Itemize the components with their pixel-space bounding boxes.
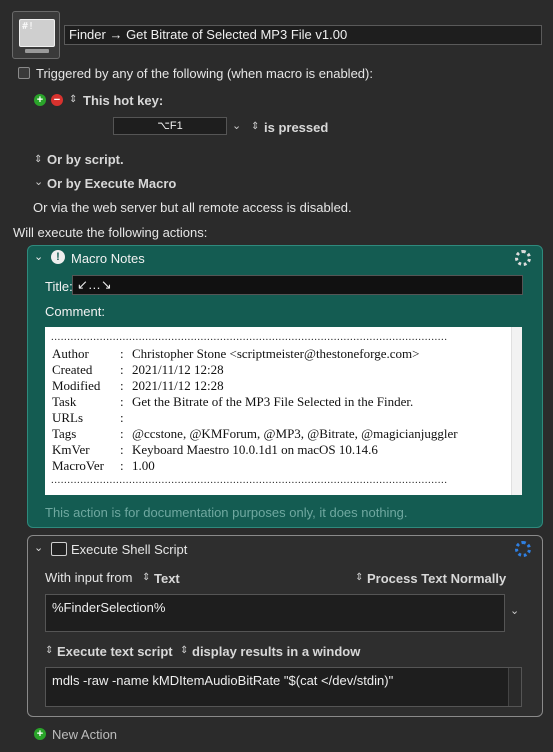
- comment-divider-top: ........................................…: [51, 331, 448, 343]
- icon-base: [25, 49, 49, 53]
- notes-title-label: Title:: [45, 279, 73, 294]
- display-mode-select[interactable]: display results in a window: [192, 644, 360, 659]
- row-key: Created: [52, 362, 93, 377]
- input-from-label: With input from: [45, 570, 133, 585]
- row-key: MacroVer: [52, 458, 104, 473]
- script-scrollbar[interactable]: [508, 668, 521, 706]
- process-updown-icon[interactable]: ⇕: [355, 572, 363, 583]
- process-select[interactable]: Process Text Normally: [367, 571, 506, 586]
- row-value: Keyboard Maestro 10.0.1d1 on macOS 10.14…: [132, 442, 378, 457]
- trigger-type-updown-icon[interactable]: ⇕: [69, 94, 77, 105]
- actions-header: Will execute the following actions:: [13, 225, 208, 240]
- exec-mode-updown-icon[interactable]: ⇕: [45, 645, 53, 656]
- display-mode-updown-icon[interactable]: ⇕: [180, 645, 188, 656]
- script-icon: #!: [19, 19, 55, 47]
- hotkey-state-updown-icon[interactable]: ⇕: [251, 121, 259, 132]
- hotkey-field[interactable]: ⌥F1: [113, 117, 227, 135]
- notes-gear-icon[interactable]: [515, 250, 531, 266]
- row-value: Christopher Stone <scriptmeister@theston…: [132, 346, 420, 361]
- new-action-button[interactable]: New Action: [52, 727, 117, 742]
- row-value: Get the Bitrate of the MP3 File Selected…: [132, 394, 414, 409]
- input-field-chevron-icon[interactable]: ⌄: [510, 604, 519, 617]
- row-value: 2021/11/12 12:28: [132, 378, 224, 393]
- notes-footer: This action is for documentation purpose…: [45, 505, 408, 520]
- row-key: KmVer: [52, 442, 90, 457]
- or-script-updown-icon[interactable]: ⇕: [34, 154, 42, 165]
- add-trigger-icon[interactable]: +: [34, 94, 46, 106]
- notes-collapse-chevron-icon[interactable]: ⌄: [34, 250, 43, 263]
- terminal-icon: [51, 542, 67, 556]
- remove-trigger-icon[interactable]: −: [51, 94, 63, 106]
- row-key: Tags: [52, 426, 77, 441]
- row-value: 1.00: [132, 458, 155, 473]
- trigger-header: Triggered by any of the following (when …: [36, 66, 373, 81]
- row-value: 2021/11/12 12:28: [132, 362, 224, 377]
- trigger-checkbox[interactable]: [18, 67, 30, 79]
- hotkey-chevron-down-icon[interactable]: ⌄: [232, 119, 241, 132]
- shell-collapse-chevron-icon[interactable]: ⌄: [34, 541, 43, 554]
- web-server-text: Or via the web server but all remote acc…: [33, 200, 352, 215]
- or-execute-label[interactable]: Or by Execute Macro: [47, 176, 176, 191]
- exec-mode-select[interactable]: Execute text script: [57, 644, 173, 659]
- input-source-updown-icon[interactable]: ⇕: [142, 572, 150, 583]
- script-text: mdls -raw -name kMDItemAudioBitRate "$(c…: [52, 673, 394, 688]
- shell-gear-icon[interactable]: [515, 541, 531, 557]
- row-value: @ccstone, @KMForum, @MP3, @Bitrate, @mag…: [132, 426, 458, 441]
- macro-icon[interactable]: #!: [12, 11, 60, 59]
- hotkey-state-select[interactable]: is pressed: [264, 120, 328, 135]
- notes-title: Macro Notes: [71, 251, 145, 266]
- hotkey-label: This hot key:: [83, 93, 164, 108]
- or-script-label[interactable]: Or by script.: [47, 152, 124, 167]
- comment-field[interactable]: ........................................…: [45, 327, 522, 495]
- macro-name-field[interactable]: Finder → Get Bitrate of Selected MP3 Fil…: [64, 25, 542, 45]
- shell-title: Execute Shell Script: [71, 542, 188, 557]
- or-execute-chevron-icon[interactable]: ⌄: [34, 175, 43, 188]
- row-key: URLs: [52, 410, 84, 425]
- comment-label: Comment:: [45, 304, 105, 319]
- row-key: Author: [52, 346, 89, 361]
- new-action-plus-icon[interactable]: +: [34, 728, 46, 740]
- notes-alert-icon: !: [51, 250, 65, 264]
- input-source-select[interactable]: Text: [154, 571, 180, 586]
- input-text-field[interactable]: %FinderSelection%: [45, 594, 505, 632]
- notes-title-field[interactable]: ↙…↘: [72, 275, 523, 295]
- row-key: Modified: [52, 378, 101, 393]
- row-key: Task: [52, 394, 77, 409]
- comment-divider-bottom: ........................................…: [51, 474, 448, 486]
- comment-scrollbar[interactable]: [511, 327, 522, 495]
- script-text-field[interactable]: mdls -raw -name kMDItemAudioBitRate "$(c…: [45, 667, 522, 707]
